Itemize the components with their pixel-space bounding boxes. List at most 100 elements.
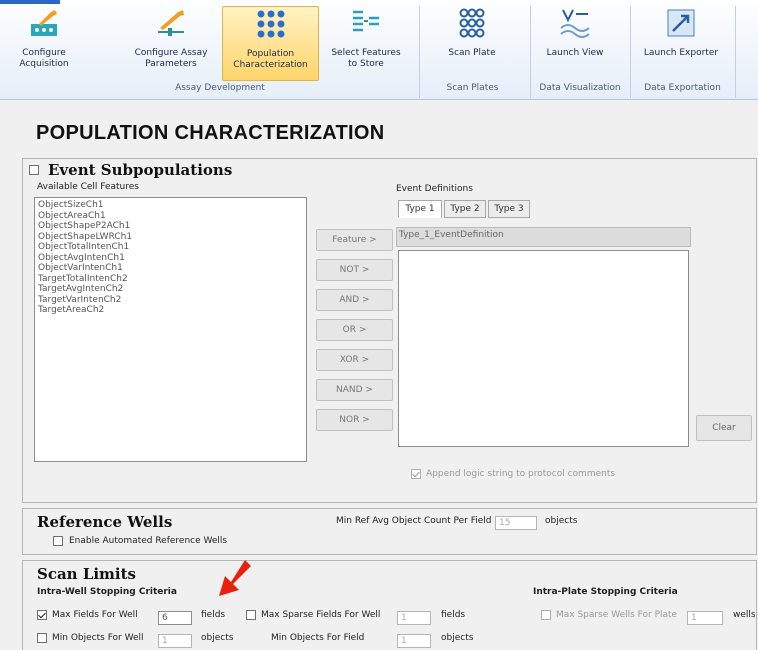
nand-operator-button[interactable]: NAND > <box>316 379 393 401</box>
list-item[interactable]: TargetAreaCh2 <box>38 305 303 316</box>
max-fields-row: Max Fields For Well <box>37 610 138 620</box>
event-definition-editor[interactable] <box>398 250 689 447</box>
group-scan-plates: Scan Plates <box>446 83 499 93</box>
max-sparse-wells-label: Max Sparse Wells For Plate <box>556 610 678 620</box>
event-subpopulations-title: Event Subpopulations <box>48 161 233 179</box>
event-subpopulations-header: Event Subpopulations <box>29 161 232 179</box>
min-ref-label: Min Ref Avg Object Count Per Field <box>336 516 492 526</box>
launch-exporter-icon <box>667 9 695 37</box>
available-features-label: Available Cell Features <box>37 182 139 192</box>
max-sparse-wells-unit: wells <box>733 610 756 620</box>
max-sparse-fields-unit: fields <box>441 610 466 620</box>
xor-operator-button[interactable]: XOR > <box>316 349 393 371</box>
min-objects-field-input[interactable]: 1 <box>397 634 431 648</box>
configure-acquisition-button[interactable]: Configure Acquisition <box>12 6 76 81</box>
population-characterization-button[interactable]: Population Characterization <box>222 6 319 81</box>
tab-type-1[interactable]: Type 1 <box>398 200 442 218</box>
event-subpopulations-checkbox[interactable] <box>29 165 39 175</box>
min-objects-input[interactable]: 1 <box>158 634 192 648</box>
max-fields-input[interactable]: 6 <box>158 611 192 625</box>
enable-reference-row: Enable Automated Reference Wells <box>53 536 227 546</box>
max-fields-checkbox[interactable] <box>37 610 47 620</box>
min-objects-field-unit: objects <box>441 633 474 643</box>
max-sparse-fields-input[interactable]: 1 <box>397 611 431 625</box>
population-grid-icon <box>257 10 284 38</box>
list-item[interactable]: TargetVarIntenCh2 <box>38 295 303 306</box>
and-operator-button[interactable]: AND > <box>316 289 393 311</box>
list-item[interactable]: ObjectTotalIntenCh1 <box>38 242 303 253</box>
main-content: POPULATION CHARACTERIZATION Event Subpop… <box>0 101 758 650</box>
ribbon-separator <box>735 6 736 98</box>
configure-acquisition-label: Configure Acquisition <box>19 48 69 69</box>
reference-wells-panel: Reference Wells Enable Automated Referen… <box>22 508 757 555</box>
select-features-to-store-button[interactable]: Select Features to Store <box>327 6 405 81</box>
launch-exporter-button[interactable]: Launch Exporter <box>638 6 724 81</box>
list-item[interactable]: ObjectVarIntenCh1 <box>38 263 303 274</box>
scan-limits-title: Scan Limits <box>37 565 137 583</box>
group-data-exportation: Data Exportation <box>644 83 721 93</box>
enable-reference-wells-checkbox[interactable] <box>53 536 63 546</box>
min-objects-label: Min Objects For Well <box>52 633 144 643</box>
append-logic-checkbox[interactable] <box>411 469 421 479</box>
launch-view-button[interactable]: Launch View <box>540 6 610 81</box>
available-features-list[interactable]: ObjectSizeCh1 ObjectAreaCh1 ObjectShapeP… <box>34 197 307 462</box>
max-sparse-fields-row: Max Sparse Fields For Well <box>246 610 380 620</box>
list-item[interactable]: ObjectSizeCh1 <box>38 200 303 211</box>
group-assay-development: Assay Development <box>175 83 265 93</box>
min-ref-input[interactable]: 15 <box>495 516 537 530</box>
configure-assay-parameters-label: Configure Assay Parameters <box>134 48 208 69</box>
min-ref-unit: objects <box>545 516 578 526</box>
min-objects-field-label: Min Objects For Field <box>271 633 365 643</box>
tab-type-2[interactable]: Type 2 <box>444 200 486 218</box>
list-item[interactable]: TargetAvgIntenCh2 <box>38 284 303 295</box>
append-logic-row: Append logic string to protocol comments <box>411 469 615 479</box>
list-item[interactable]: TargetTotalIntenCh2 <box>38 274 303 285</box>
definition-name-field[interactable]: Type_1_EventDefinition <box>396 227 691 247</box>
max-sparse-wells-input[interactable]: 1 <box>687 611 723 625</box>
reference-wells-title: Reference Wells <box>37 513 173 531</box>
page-title: POPULATION CHARACTERIZATION <box>36 122 385 144</box>
feature-list-icon <box>353 10 379 32</box>
configure-assay-parameters-button[interactable]: Configure Assay Parameters <box>128 6 214 81</box>
ribbon-tab-indicator <box>0 0 60 4</box>
min-objects-row: Min Objects For Well <box>37 633 144 643</box>
max-sparse-fields-label: Max Sparse Fields For Well <box>261 610 381 620</box>
scan-plate-icon <box>459 8 485 38</box>
launch-view-icon <box>560 9 590 38</box>
max-fields-unit: fields <box>201 610 226 620</box>
min-objects-checkbox[interactable] <box>37 633 47 643</box>
list-item[interactable]: ObjectAvgIntenCh1 <box>38 253 303 264</box>
max-fields-label: Max Fields For Well <box>52 610 138 620</box>
select-features-to-store-label: Select Features to Store <box>331 48 401 69</box>
min-objects-unit: objects <box>201 633 234 643</box>
nor-operator-button[interactable]: NOR > <box>316 409 393 431</box>
scan-plate-label: Scan Plate <box>448 48 496 58</box>
group-data-visualization: Data Visualization <box>539 83 621 93</box>
max-sparse-wells-checkbox[interactable] <box>541 610 551 620</box>
not-operator-button[interactable]: NOT > <box>316 259 393 281</box>
wrench-slider-icon <box>158 10 184 36</box>
event-subpopulations-panel: Event Subpopulations Available Cell Feat… <box>22 158 757 503</box>
list-item[interactable]: ObjectShapeLWRCh1 <box>38 232 303 243</box>
event-definitions-label: Event Definitions <box>396 184 473 194</box>
max-sparse-wells-row: Max Sparse Wells For Plate <box>541 610 677 620</box>
or-operator-button[interactable]: OR > <box>316 319 393 341</box>
feature-operator-button[interactable]: Feature > <box>316 229 393 251</box>
enable-reference-wells-label: Enable Automated Reference Wells <box>69 536 228 546</box>
max-sparse-fields-checkbox[interactable] <box>246 610 256 620</box>
launch-view-label: Launch View <box>546 48 604 58</box>
launch-exporter-label: Launch Exporter <box>643 48 719 58</box>
population-characterization-label: Population Characterization <box>233 49 308 70</box>
wrench-plate-icon <box>31 10 57 36</box>
append-logic-label: Append logic string to protocol comments <box>426 469 616 479</box>
tab-type-3[interactable]: Type 3 <box>488 200 530 218</box>
ribbon-toolbar: Configure Acquisition Configure Assay Pa… <box>0 0 758 100</box>
scan-limits-panel: Scan Limits Intra-Well Stopping Criteria… <box>22 560 757 650</box>
intra-plate-title: Intra-Plate Stopping Criteria <box>533 587 678 597</box>
clear-button[interactable]: Clear <box>696 415 752 441</box>
list-item[interactable]: ObjectShapeP2ACh1 <box>38 221 303 232</box>
list-item[interactable]: ObjectAreaCh1 <box>38 211 303 222</box>
scan-plate-button[interactable]: Scan Plate <box>440 6 504 81</box>
red-arrow-icon <box>219 560 251 596</box>
intra-well-title: Intra-Well Stopping Criteria <box>37 587 177 597</box>
